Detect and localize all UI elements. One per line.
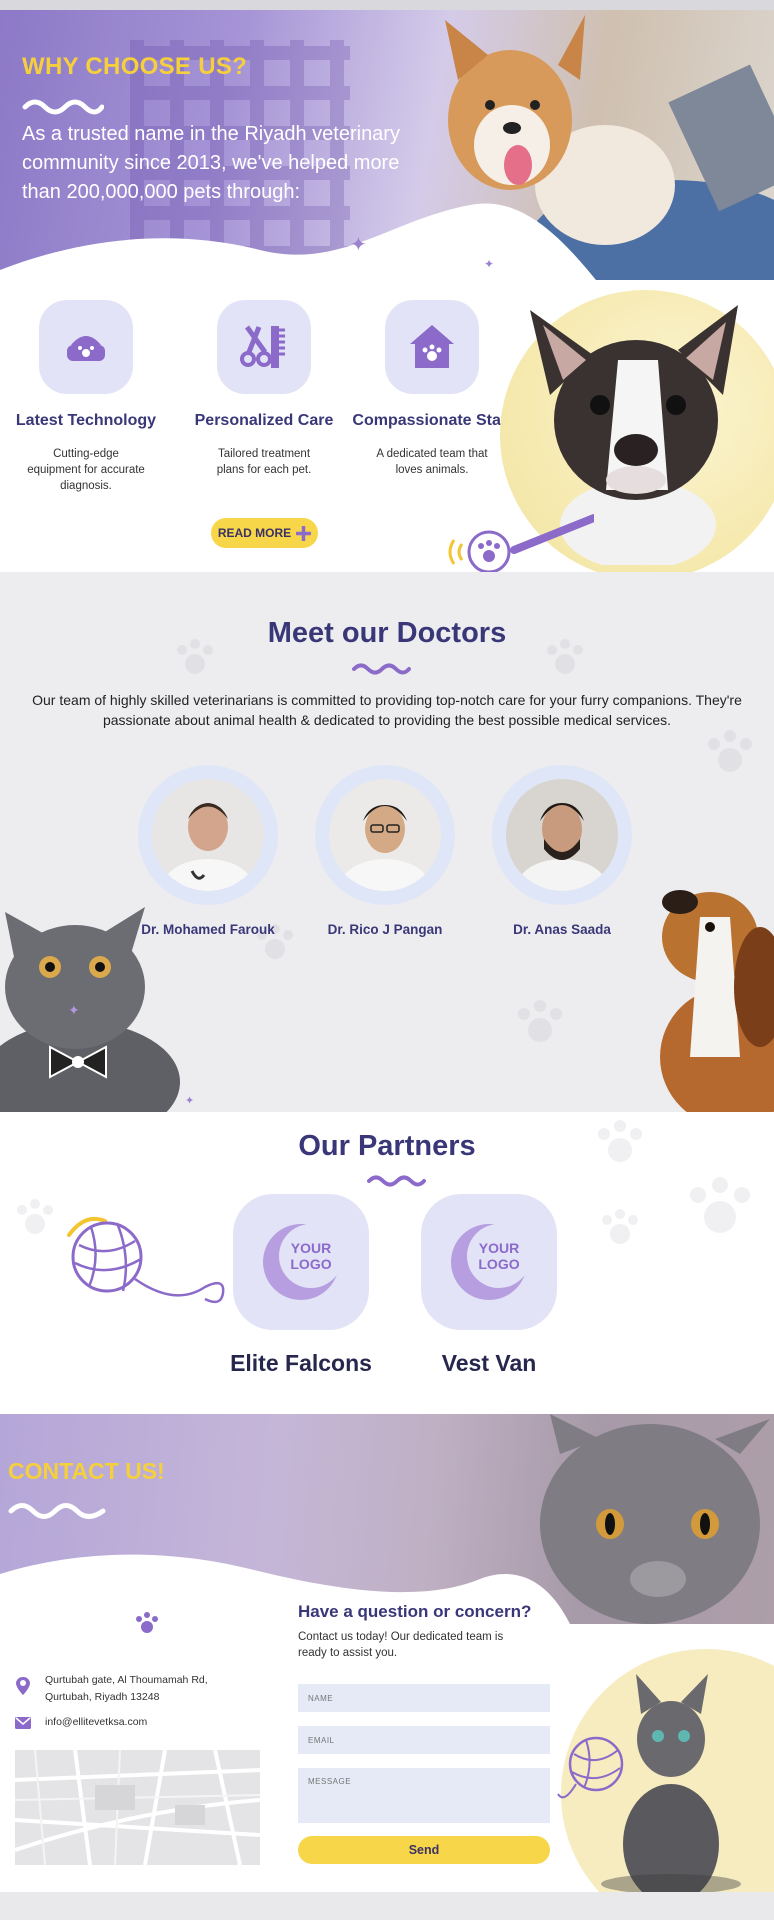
feature-latest-technology: Latest Technology Cutting-edge equipment… [1,300,171,494]
paw-print-icon [602,1209,638,1244]
sparkle-icon: ✦ [350,234,367,256]
partner-name: Vest Van [441,1350,537,1376]
doctor-card[interactable]: Dr. Anas Saada [477,765,647,937]
email-icon [15,1717,31,1729]
partner-logo-elite-falcons[interactable]: YOUR LOGO [233,1194,369,1330]
location-map[interactable] [15,1750,260,1865]
maine-coon-cat-photo [557,1649,774,1892]
paw-icon [136,1612,158,1633]
feature-personalized-care: Personalized Care Tailored treatment pla… [179,300,349,478]
sparkle-icon: ✦ [484,257,495,271]
form-title: Have a question or concern? [298,1602,532,1621]
name-field[interactable] [298,1684,550,1712]
pet-bowl-icon [39,300,133,394]
feature-compassionate-staff: Compassionate Staff A dedicated team tha… [347,300,517,478]
wave-decoration-icon [367,1175,426,1187]
svg-text:YOUR: YOUR [479,1240,519,1256]
doctors-title: Meet our Doctors [267,617,507,649]
doctor-photo [329,779,441,891]
svg-text:✦: ✦ [68,1002,80,1018]
doctor-photo [152,779,264,891]
partners-title: Our Partners [298,1130,476,1162]
location-pin-icon [16,1677,30,1695]
doctor-photo [506,779,618,891]
send-button[interactable]: Send [298,1836,550,1864]
top-bar [0,0,774,10]
address: Qurtubah gate, Al Thoumamah Rd, Qurtubah… [45,1674,208,1703]
beagle-photo [660,890,774,1112]
email-address[interactable]: info@ellitevetksa.com [45,1714,147,1731]
paw-print-icon [17,1199,53,1234]
grooming-scissors-comb-icon [217,300,311,394]
paw-plus-icon [296,525,312,541]
wave-decoration-icon [352,663,411,675]
message-field[interactable] [298,1768,550,1823]
doctors-description: Our team of highly skilled veterinarians… [32,692,742,728]
read-more-button[interactable]: READ MORE [211,518,318,548]
svg-text:LOGO: LOGO [290,1256,331,1272]
contact-title: CONTACT US! [8,1458,165,1484]
paw-print-icon [518,1000,562,1042]
your-logo-placeholder-icon: YOUR LOGO [263,1224,343,1300]
partner-logo-vest-van[interactable]: YOUR LOGO [421,1194,557,1330]
svg-text:LOGO: LOGO [478,1256,519,1272]
sparkle-icon: ✦ [185,1095,195,1107]
why-title: WHY CHOOSE US? [22,53,248,80]
gray-cat-photo: ✦ [0,907,180,1112]
svg-text:YOUR: YOUR [291,1240,331,1256]
form-subtitle: Contact us today! Our dedicated team is … [298,1631,504,1659]
wave-decoration-icon [22,99,104,115]
doctors-section: Meet our Doctors Our team of highly skil… [0,572,774,1112]
paw-stamp-decoration [448,514,594,572]
yarn-ball-icon [67,1216,225,1304]
email-field[interactable] [298,1726,550,1754]
page: WHY CHOOSE US? As a trusted name in the … [0,0,774,1920]
why-intro-text: As a trusted name in the Riyadh veterina… [22,123,400,203]
pet-house-icon [385,300,479,394]
why-choose-us-section: WHY CHOOSE US? As a trusted name in the … [0,10,774,572]
partners-section: Our Partners YOUR LOGO YOUR LOGO Elite F… [0,1112,774,1414]
doctor-card[interactable]: Dr. Rico J Pangan [300,765,470,937]
partner-name: Elite Falcons [230,1350,372,1376]
contact-section: CONTACT US! Qurtubah gate, Al Thoumamah … [0,1414,774,1892]
your-logo-placeholder-icon: YOUR LOGO [451,1224,531,1300]
wave-decoration-icon [8,1503,106,1519]
paw-print-icon [690,1177,750,1233]
bottom-bar [0,1892,774,1920]
paw-print-icon [708,730,752,772]
